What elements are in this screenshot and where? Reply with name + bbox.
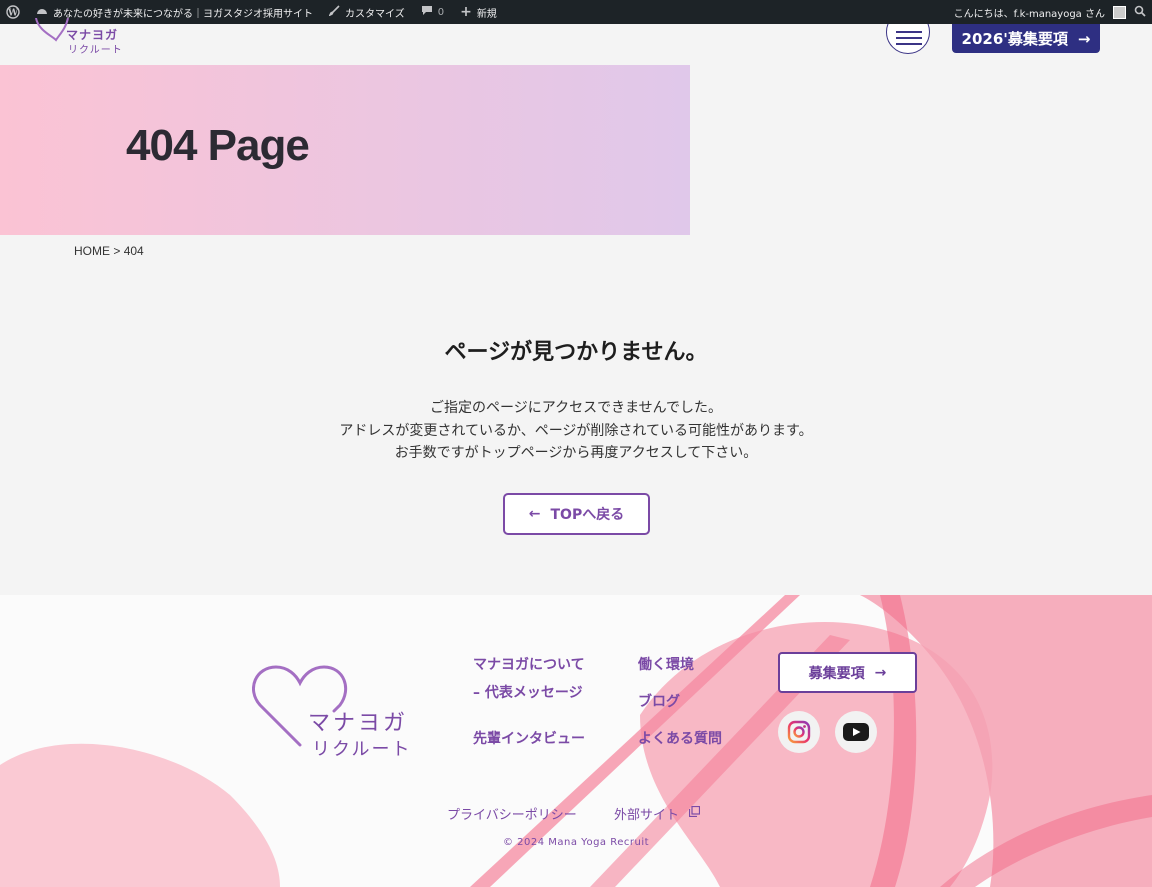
svg-text:W: W [7, 9, 19, 19]
copyright: © 2024 Mana Yoga Recruit [502, 837, 650, 848]
footer-link-blog[interactable]: ブログ [638, 691, 680, 711]
adminbar-customize-label: カスタマイズ [345, 8, 405, 20]
wordpress-logo-icon[interactable]: W [6, 5, 20, 19]
page-title: 404 Page [126, 121, 310, 170]
footer-external-link[interactable]: 外部サイト [614, 804, 701, 823]
not-found-line: お手数ですがトップページから再度アクセスして下さい。 [394, 445, 758, 461]
external-link-icon [683, 805, 701, 823]
instagram-icon [787, 720, 811, 744]
footer-link-message[interactable]: – 代表メッセージ [473, 682, 583, 702]
brush-icon [328, 5, 340, 19]
breadcrumb-home[interactable]: HOME [74, 244, 110, 258]
adminbar-new-label: 新規 [476, 8, 497, 20]
avatar[interactable] [1113, 5, 1126, 19]
adminbar-greeting[interactable]: こんにちは、f.k-manayoga さん [954, 5, 1105, 20]
footer-external-label: 外部サイト [614, 808, 680, 823]
breadcrumb-current: 404 [123, 244, 144, 258]
adminbar-customize[interactable]: カスタマイズ [328, 5, 405, 20]
not-found-heading: ページが見つかりません。 [444, 340, 708, 365]
site-footer: マナヨガ リクルート マナヨガについて – 代表メッセージ 先輩インタビュー 働… [0, 595, 1152, 887]
wp-admin-bar: W あなたの好きが未来につながる｜ヨガスタジオ採用サイト カスタマイズ 0 + … [0, 0, 1152, 24]
footer-link-faq[interactable]: よくある質問 [638, 728, 722, 748]
footer-recruit-label: 募集要項 [808, 665, 865, 682]
footer-logo-text: マナヨガ [308, 711, 409, 736]
footer-logo[interactable]: マナヨガ リクルート [251, 665, 409, 760]
breadcrumb: HOME > 404 [74, 244, 144, 258]
recruit-2026-label: 2026'募集要項 [961, 30, 1068, 48]
adminbar-comments-count: 0 [437, 6, 445, 18]
adminbar-site-name-label: あなたの好きが未来につながる｜ヨガスタジオ採用サイト [53, 8, 313, 20]
adminbar-site-name[interactable]: あなたの好きが未来につながる｜ヨガスタジオ採用サイト [36, 5, 313, 20]
footer-recruit-button[interactable]: 募集要項 → [778, 652, 917, 693]
footer-logo-subtext: リクルート [312, 739, 412, 760]
instagram-button[interactable] [778, 711, 820, 753]
not-found-line: アドレスが変更されているか、ページが削除されている可能性があります。 [339, 422, 813, 439]
not-found-message: ご指定のページにアクセスできませんでした。 アドレスが変更されているか、ページが… [0, 397, 1152, 465]
header-logo-subtext: リクルート [68, 45, 123, 56]
comment-icon [421, 5, 433, 19]
footer-privacy-link[interactable]: プライバシーポリシー [447, 804, 577, 823]
adminbar-comments[interactable]: 0 [421, 5, 444, 19]
plus-icon: + [460, 4, 472, 20]
not-found-line: ご指定のページにアクセスできませんでした。 [430, 400, 722, 416]
footer-link-interview[interactable]: 先輩インタビュー [473, 728, 585, 748]
search-icon[interactable] [1134, 5, 1146, 20]
back-to-top-button[interactable]: ← TOPへ戻る [503, 493, 650, 535]
page-hero: 404 Page [0, 65, 690, 235]
adminbar-new[interactable]: + 新規 [460, 4, 497, 20]
back-to-top-label: TOPへ戻る [550, 507, 625, 523]
arrow-left-icon: ← [528, 506, 541, 522]
breadcrumb-separator: > [113, 244, 121, 258]
arrow-right-icon: → [874, 664, 887, 681]
footer-link-environment[interactable]: 働く環境 [638, 654, 694, 674]
header-logo[interactable]: マナヨガ リクルート [34, 18, 134, 56]
footer-link-about[interactable]: マナヨガについて [473, 654, 585, 674]
arrow-right-icon: → [1077, 29, 1091, 48]
youtube-icon [843, 723, 869, 741]
youtube-button[interactable] [835, 711, 877, 753]
